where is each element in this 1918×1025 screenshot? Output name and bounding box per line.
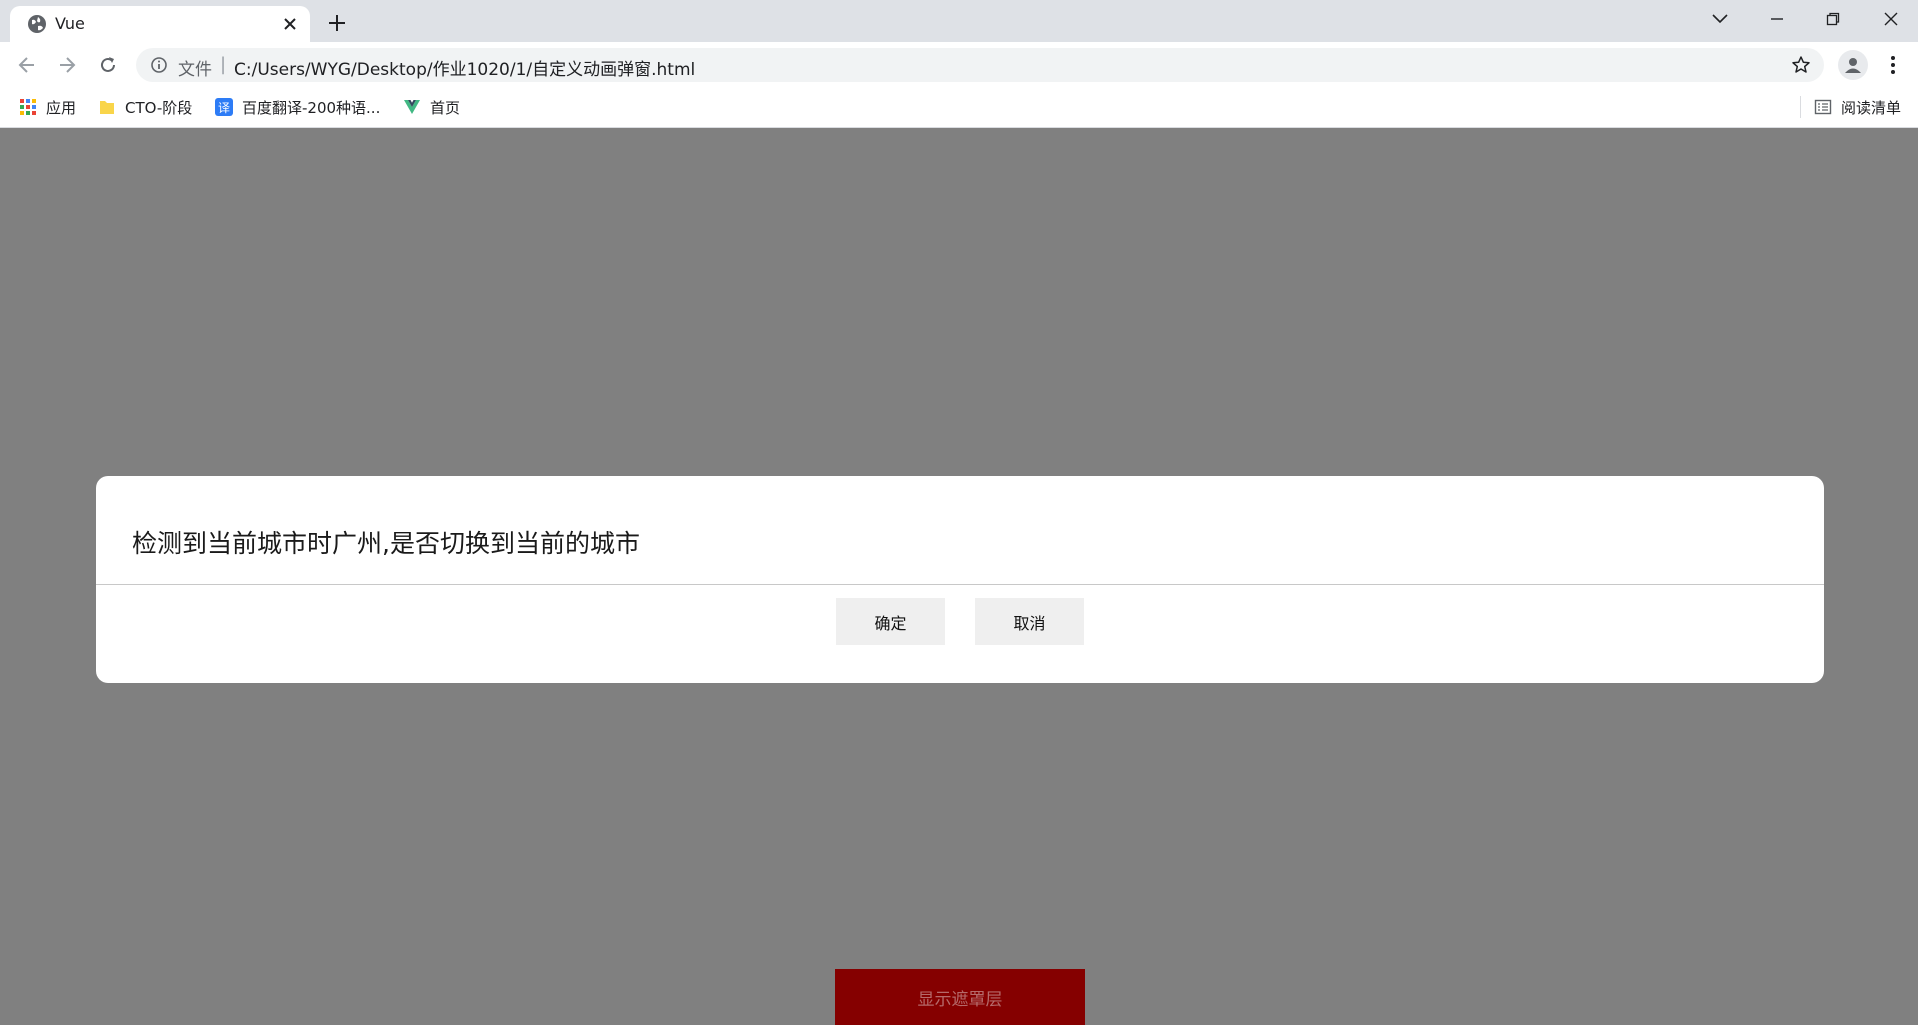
info-icon[interactable]: [150, 56, 168, 74]
svg-text:译: 译: [218, 101, 230, 115]
cancel-button[interactable]: 取消: [975, 598, 1084, 645]
tab-title: Vue: [55, 14, 85, 33]
bookmark-label: 应用: [46, 98, 77, 117]
star-icon[interactable]: [1791, 55, 1811, 75]
close-window-button[interactable]: [1876, 6, 1906, 32]
close-icon: [1884, 12, 1898, 26]
browser-tab[interactable]: Vue: [10, 6, 310, 42]
back-button[interactable]: [12, 50, 42, 80]
folder-icon: [100, 101, 114, 114]
show-mask-button[interactable]: 显示遮罩层: [835, 969, 1085, 1025]
arrow-right-icon: [60, 57, 76, 73]
bookmarks-divider: [1800, 96, 1801, 118]
scheme-label: 文件: [178, 60, 212, 80]
bookmark-label: CTO-阶段: [125, 98, 193, 117]
restore-icon: [1826, 12, 1840, 26]
forward-button[interactable]: [52, 50, 82, 80]
tab-strip: Vue: [0, 0, 1918, 42]
new-tab-button[interactable]: [324, 10, 350, 36]
confirm-button[interactable]: 确定: [836, 598, 945, 645]
vue-logo-icon: [404, 100, 420, 114]
reload-button[interactable]: [93, 50, 123, 80]
bookmark-label: 首页: [430, 98, 461, 117]
restore-button[interactable]: [1818, 6, 1848, 32]
apps-grid-icon: [20, 99, 36, 115]
bookmark-baidu-translate[interactable]: 译 百度翻译-200种语...: [215, 95, 380, 119]
dialog-divider: [96, 584, 1824, 585]
chevron-down-icon: [1712, 14, 1728, 24]
dialog-message: 检测到当前城市时广州,是否切换到当前的城市: [132, 529, 640, 558]
kebab-menu-icon: [1891, 56, 1895, 74]
page-overlay[interactable]: 检测到当前城市时广州,是否切换到当前的城市 确定 取消 显示遮罩层: [0, 128, 1918, 1025]
bookmarks-bar: 应用 CTO-阶段 译 百度翻译-200种语... 首页 阅读清单: [0, 87, 1918, 128]
reading-list-icon: [1814, 99, 1832, 115]
minimize-icon: [1771, 18, 1783, 20]
globe-icon: [26, 13, 48, 35]
city-switch-dialog: 检测到当前城市时广州,是否切换到当前的城市 确定 取消: [96, 476, 1824, 683]
scheme-separator: |: [220, 54, 227, 75]
address-bar[interactable]: 文件 | C:/Users/WYG/Desktop/作业1020/1/自定义动画…: [136, 48, 1824, 82]
minimize-button[interactable]: [1762, 6, 1792, 32]
menu-button[interactable]: [1880, 50, 1906, 80]
url-text[interactable]: C:/Users/WYG/Desktop/作业1020/1/自定义动画弹窗.ht…: [234, 55, 695, 80]
bookmark-home[interactable]: 首页: [403, 95, 460, 119]
plus-icon: [329, 15, 345, 31]
tab-search-button[interactable]: [1705, 6, 1735, 32]
reading-list-button[interactable]: 阅读清单: [1814, 95, 1901, 119]
reading-list-label: 阅读清单: [1841, 98, 1902, 117]
bookmark-apps[interactable]: 应用: [19, 95, 76, 119]
profile-button[interactable]: [1838, 50, 1868, 80]
arrow-left-icon: [18, 57, 34, 73]
close-icon[interactable]: [280, 14, 300, 34]
avatar-icon: [1845, 58, 1861, 73]
translate-icon: 译: [215, 98, 233, 116]
bookmark-label: 百度翻译-200种语...: [242, 98, 381, 117]
bookmark-cto-folder[interactable]: CTO-阶段: [98, 95, 192, 119]
browser-toolbar: 文件 | C:/Users/WYG/Desktop/作业1020/1/自定义动画…: [0, 42, 1918, 87]
reload-icon: [101, 57, 115, 72]
